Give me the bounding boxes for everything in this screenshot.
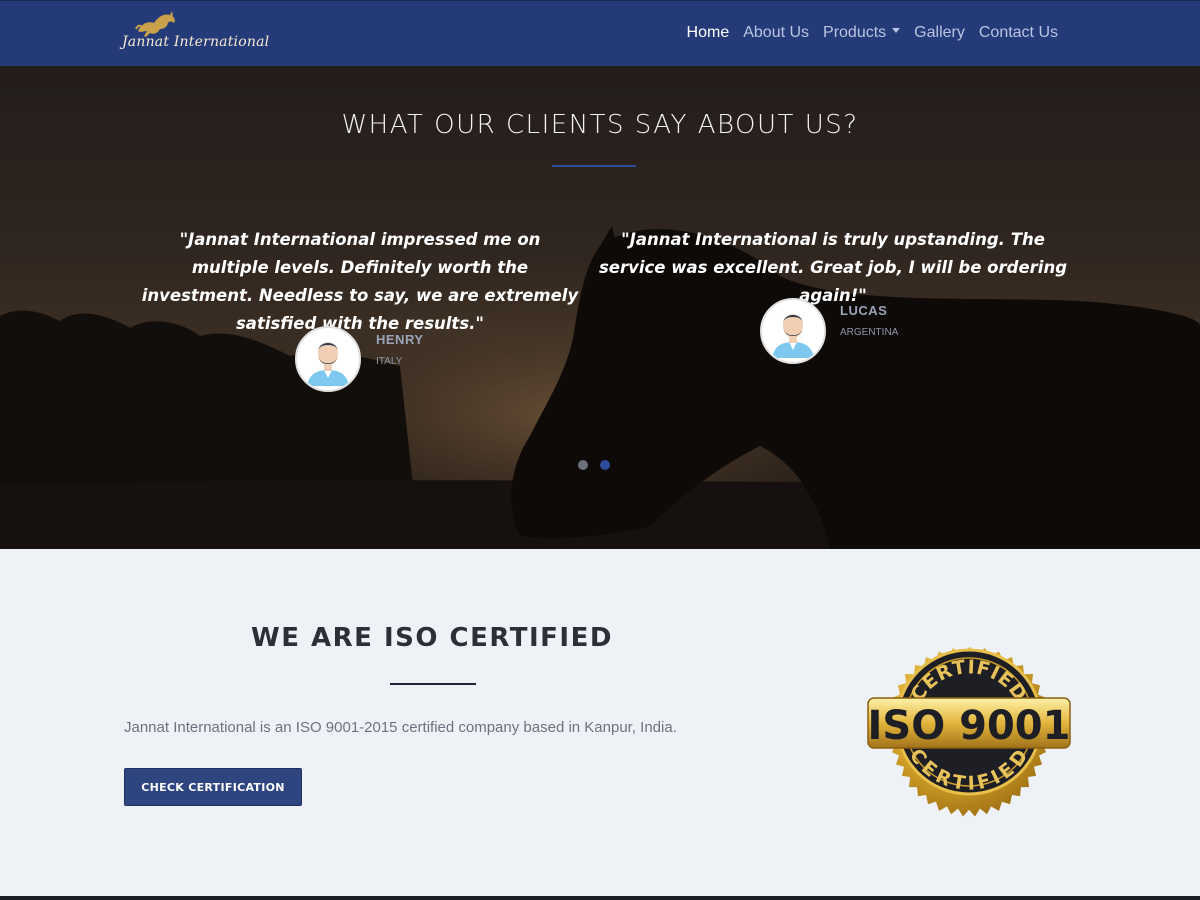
main-nav: Home About Us Products Gallery Contact U… <box>673 24 1058 42</box>
iso-certified-seal-icon: CERTIFIED CERTIFIED ISO 9001 <box>867 647 1071 817</box>
footer-edge <box>0 896 1200 900</box>
title-divider <box>552 165 636 167</box>
navbar: Jannat International Home About Us Produ… <box>0 0 1200 66</box>
nav-contact-us[interactable]: Contact Us <box>979 24 1058 42</box>
client-name: HENRY <box>376 332 424 347</box>
caret-down-icon <box>892 28 901 34</box>
person-avatar-icon <box>297 328 359 390</box>
iso-title: WE ARE ISO CERTIFIED <box>251 623 613 653</box>
iso-section: WE ARE ISO CERTIFIED Jannat Internationa… <box>0 549 1200 898</box>
testimonials-title: WHAT OUR CLIENTS SAY ABOUT US? <box>341 110 859 140</box>
testimonials-section: WHAT OUR CLIENTS SAY ABOUT US? "Jannat I… <box>0 66 1200 549</box>
iso-description: Jannat International is an ISO 9001-2015… <box>124 719 677 736</box>
seal-main-text: ISO 9001 <box>868 703 1071 749</box>
nav-products-label: Products <box>823 24 887 41</box>
carousel-indicator-2[interactable] <box>600 460 610 470</box>
client-name: LUCAS <box>840 303 888 318</box>
check-certification-button[interactable]: CHECK CERTIFICATION <box>124 768 302 806</box>
avatar <box>295 326 361 392</box>
person-avatar-icon <box>762 300 824 362</box>
brand-name: Jannat International <box>122 34 270 50</box>
testimonial-card: "Jannat International impressed me on mu… <box>140 226 580 392</box>
nav-home[interactable]: Home <box>687 24 730 42</box>
testimonial-card: "Jannat International is truly upstandin… <box>598 226 1068 364</box>
iso-divider <box>390 683 476 685</box>
nav-gallery[interactable]: Gallery <box>914 24 965 42</box>
testimonial-quote: "Jannat International is truly upstandin… <box>598 230 1068 305</box>
nav-products[interactable]: Products <box>823 24 901 42</box>
carousel-indicator-1[interactable] <box>578 460 588 470</box>
brand-logo[interactable]: Jannat International <box>122 11 269 57</box>
client-country: ARGENTINA <box>840 327 899 338</box>
avatar <box>760 298 826 364</box>
testimonial-quote: "Jannat International impressed me on mu… <box>141 230 579 333</box>
client-country: ITALY <box>376 356 403 367</box>
nav-about-us[interactable]: About Us <box>743 24 809 42</box>
